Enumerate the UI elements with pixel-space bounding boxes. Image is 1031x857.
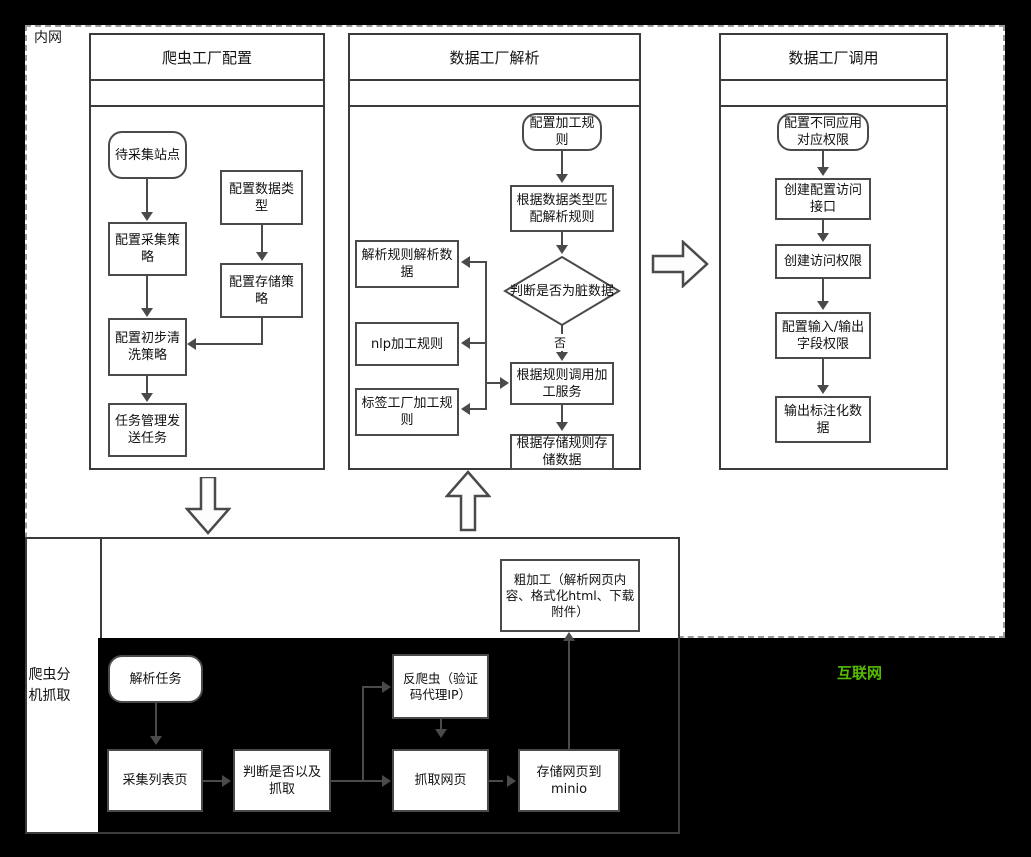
node-config-storage-strategy[interactable]: 配置存储策略: [220, 263, 303, 318]
edge-invoke-to-store: [561, 405, 563, 423]
node-task-manage-send-task[interactable]: 任务管理发送任务: [108, 403, 187, 457]
edge-judge-to-trunk: [331, 780, 363, 782]
edge-trunk-to-parse-rule: [470, 261, 487, 263]
edge-parsetask-to-list: [155, 703, 157, 737]
edge-c3-3: [822, 279, 824, 302]
panel-title-crawler-factory-config: 爬虫工厂配置: [91, 35, 323, 81]
edge-minio-to-coarse-arrow: [563, 632, 575, 641]
node-config-app-permission[interactable]: 配置不同应用对应权限: [777, 113, 869, 151]
edge-match-to-judge: [561, 232, 563, 246]
edge-c3-2: [822, 220, 824, 234]
node-anti-crawler[interactable]: 反爬虫（验证码代理IP）: [392, 654, 489, 719]
edge-datatype-to-storage-arrow: [256, 252, 268, 261]
edge-fetch-to-minio-arrow: [507, 775, 516, 787]
node-config-data-type[interactable]: 配置数据类型: [220, 170, 303, 225]
node-judge-dirty-data-label: 判断是否为脏数据: [509, 283, 614, 299]
block-arrow-down: [185, 477, 231, 535]
edge-clean-to-task-arrow: [141, 393, 153, 402]
edge-trunk-to-tag-rule-arrow: [461, 403, 470, 415]
edge-trunk-to-parse-rule-arrow: [461, 256, 470, 268]
edge-storage-to-clean-v: [261, 318, 263, 345]
node-fetch-web-page[interactable]: 抓取网页: [392, 749, 489, 812]
internet-label: 互联网: [837, 664, 883, 682]
edge-minio-to-coarse: [568, 641, 570, 751]
edge-rule-to-match-arrow: [556, 174, 568, 183]
edge-c3-2-arrow: [817, 233, 829, 242]
edge-trunk-to-fetch: [362, 780, 383, 782]
edge-trunk-to-fetch-arrow: [382, 775, 391, 787]
node-judge-dirty-data[interactable]: 判断是否为脏数据: [503, 255, 621, 327]
edge-c3-4-arrow: [817, 385, 829, 394]
panel-subheader-data-factory-parse: [350, 81, 639, 107]
edge-parsetask-to-list-arrow: [150, 736, 162, 745]
edge-trunk-to-anti-arrow: [382, 681, 391, 693]
edge-storage-to-clean-h: [196, 343, 262, 345]
edge-clean-to-task: [146, 376, 148, 394]
node-coarse-processing[interactable]: 粗加工（解析网页内容、格式化html、下载附件）: [500, 559, 640, 632]
block-arrow-up: [445, 470, 491, 532]
node-store-data-by-rule[interactable]: 根据存储规则存储数据: [510, 434, 614, 470]
edge-c3-4: [822, 359, 824, 386]
edge-site-to-collect: [146, 179, 148, 213]
node-collect-list-page[interactable]: 采集列表页: [107, 749, 203, 812]
node-parse-task[interactable]: 解析任务: [108, 655, 203, 703]
node-config-process-rule[interactable]: 配置加工规则: [522, 113, 602, 151]
edge-site-to-collect-arrow: [141, 212, 153, 221]
edge-rule-to-match: [561, 151, 563, 175]
crawler-side-label-column: 爬虫分机抓取: [27, 539, 74, 832]
edge-trunk-to-tag-rule: [470, 408, 487, 410]
panel-subheader-crawler-factory-config: [91, 81, 323, 107]
node-pending-collect-site[interactable]: 待采集站点: [108, 131, 187, 179]
edge-trunk-to-invoke-arrow: [500, 377, 509, 389]
edge-anti-to-fetch-arrow: [435, 729, 447, 738]
edge-list-to-judge-arrow: [222, 775, 231, 787]
diagram-canvas: 内网 爬虫工厂配置 待采集站点 配置采集策略 配置初步清洗策略 任务管理发送任务…: [0, 0, 1031, 857]
edge-trunk-to-invoke: [486, 382, 501, 384]
node-config-io-field-permission[interactable]: 配置输入/输出字段权限: [775, 312, 871, 359]
node-config-collect-strategy[interactable]: 配置采集策略: [108, 222, 187, 276]
edge-label-no: 否: [553, 334, 568, 351]
node-nlp-process-rule[interactable]: nlp加工规则: [355, 322, 459, 366]
node-config-initial-clean-strategy[interactable]: 配置初步清洗策略: [108, 318, 187, 376]
block-arrow-right: [651, 240, 709, 288]
panel-subheader-data-factory-invoke: [721, 81, 946, 107]
internet-zone-bottom: [0, 834, 1031, 857]
node-store-page-to-minio[interactable]: 存储网页到minio: [518, 749, 620, 812]
edge-rules-trunk: [485, 261, 487, 409]
edge-datatype-to-storage: [261, 225, 263, 253]
node-invoke-process-service-by-rule[interactable]: 根据规则调用加工服务: [510, 362, 614, 405]
panel-title-data-factory-invoke: 数据工厂调用: [721, 35, 946, 81]
edge-c3-1-arrow: [817, 167, 829, 176]
edge-trunk-to-nlp-rule: [470, 342, 487, 344]
node-judge-and-fetch[interactable]: 判断是否以及抓取: [233, 749, 331, 812]
edge-storage-to-clean-arrow: [187, 338, 196, 350]
node-create-config-access-interface[interactable]: 创建配置访问接口: [775, 178, 871, 220]
edge-collect-to-clean: [146, 276, 148, 309]
node-parse-rule-parse-data[interactable]: 解析规则解析数据: [355, 240, 459, 288]
node-output-annotated-data[interactable]: 输出标注化数据: [775, 396, 871, 443]
edge-judge-to-invoke-arrow: [556, 352, 568, 361]
edge-fetch-to-minio: [489, 780, 503, 782]
edge-invoke-to-store-arrow: [556, 422, 568, 431]
edge-c3-3-arrow: [817, 301, 829, 310]
edge-list-to-judge: [203, 780, 223, 782]
panel-title-data-factory-parse: 数据工厂解析: [350, 35, 639, 81]
edge-trunk-to-anti: [362, 686, 383, 688]
node-tag-factory-process-rule[interactable]: 标签工厂加工规则: [355, 388, 459, 436]
edge-collect-to-clean-arrow: [141, 308, 153, 317]
node-create-access-permission[interactable]: 创建访问权限: [775, 244, 871, 279]
edge-judge-trunk-v: [362, 686, 364, 782]
node-match-parse-rule-by-datatype[interactable]: 根据数据类型匹配解析规则: [510, 185, 614, 232]
edge-trunk-to-nlp-rule-arrow: [461, 337, 470, 349]
internet-zone-left: [0, 638, 25, 857]
edge-c3-1: [822, 151, 824, 168]
crawler-side-label: 爬虫分机抓取: [28, 666, 71, 704]
edge-match-to-judge-arrow: [556, 245, 568, 254]
